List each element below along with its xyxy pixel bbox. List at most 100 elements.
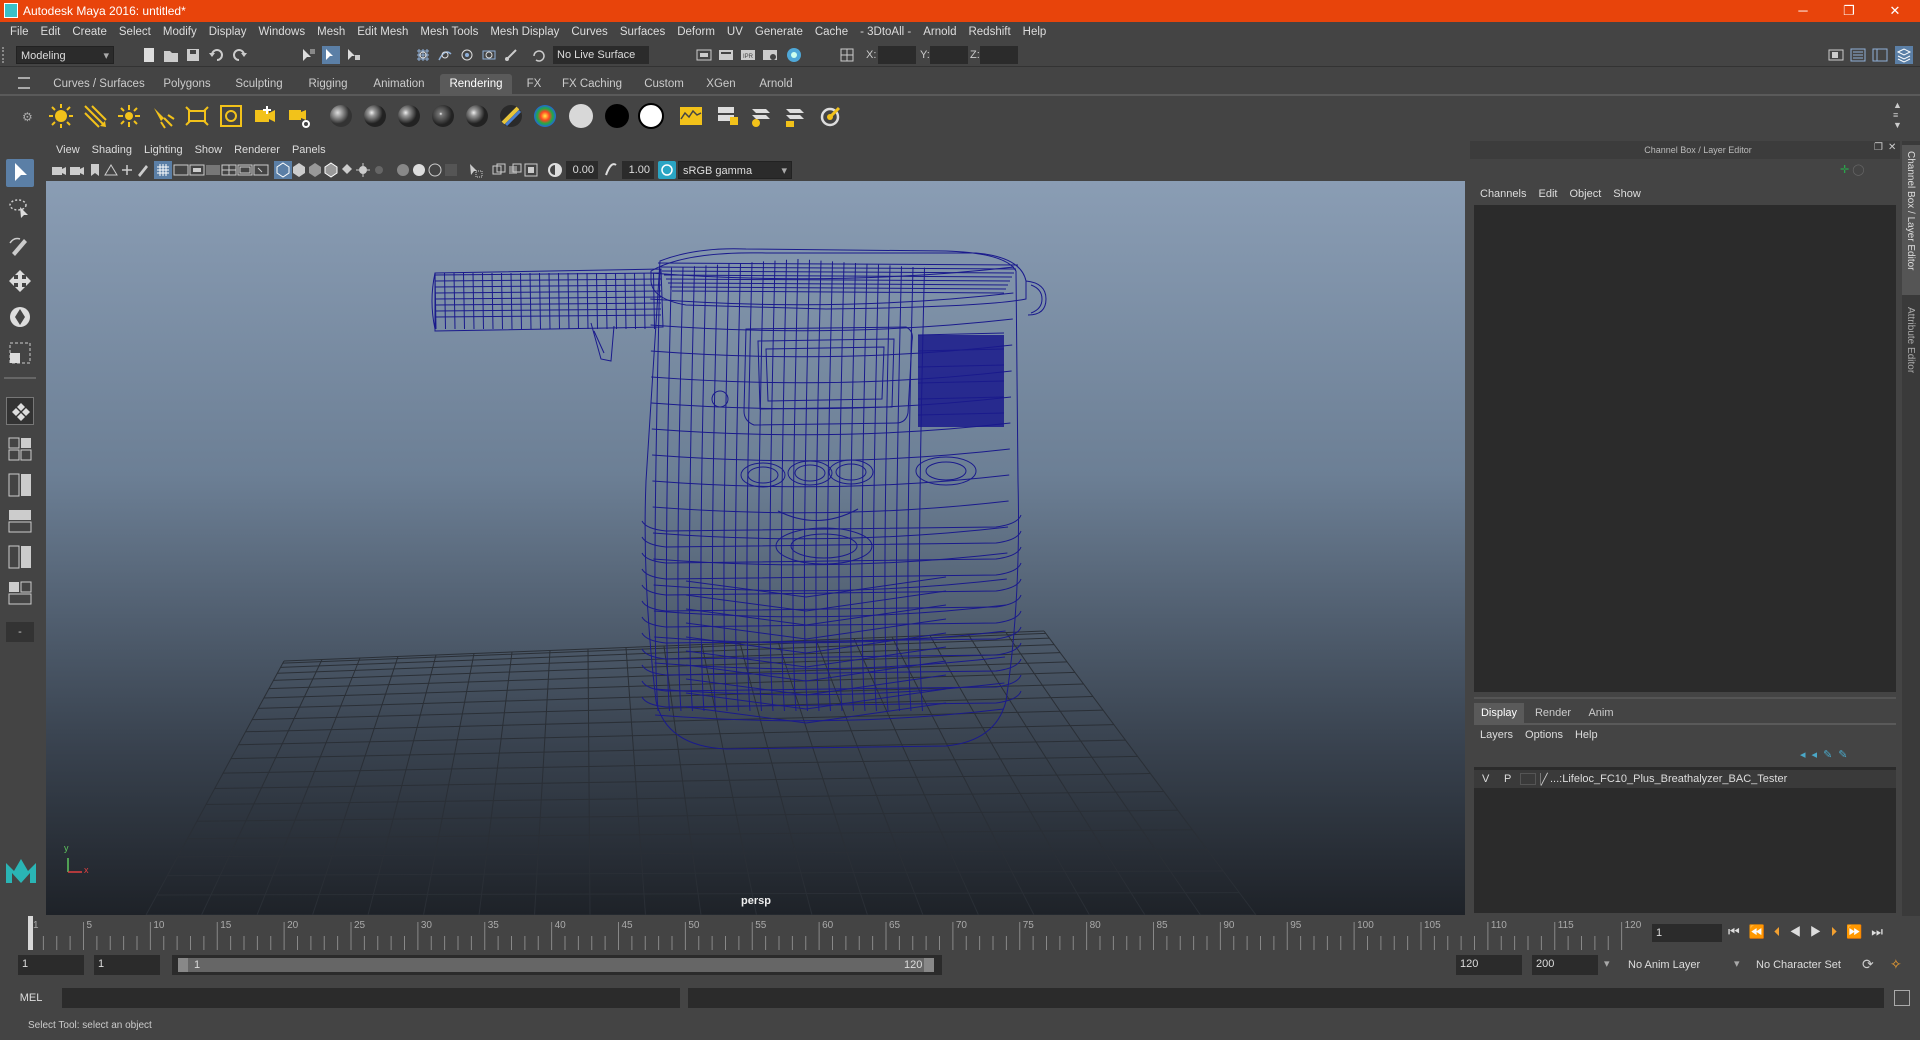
- go-to-end-icon[interactable]: ⏭: [1871, 924, 1892, 939]
- panel-splitter[interactable]: [1474, 697, 1896, 699]
- end-time-field[interactable]: 200: [1532, 955, 1598, 975]
- directional-light-icon[interactable]: [82, 103, 108, 129]
- menu-help[interactable]: Help: [1017, 22, 1053, 43]
- menu-redshift[interactable]: Redshift: [962, 22, 1016, 43]
- layout-options-icon[interactable]: -: [6, 622, 34, 642]
- xray-components-icon[interactable]: [522, 161, 540, 179]
- tab-xgen[interactable]: XGen: [698, 74, 744, 94]
- gamma-icon[interactable]: [602, 161, 620, 179]
- step-back-key-icon[interactable]: ⏪: [1749, 924, 1774, 939]
- menu-edit[interactable]: Edit: [35, 22, 67, 43]
- y-field[interactable]: [930, 46, 968, 64]
- viewport-menu-view[interactable]: View: [50, 141, 86, 159]
- current-frame-marker[interactable]: [28, 916, 33, 950]
- blinn-material-icon[interactable]: [362, 103, 388, 129]
- isolate-select-icon[interactable]: [466, 161, 484, 179]
- select-lock-icon[interactable]: [838, 46, 856, 64]
- channel-box-toggle-icon[interactable]: [1895, 46, 1913, 64]
- tool-settings-toggle-icon[interactable]: [1871, 46, 1889, 64]
- select-tool-icon[interactable]: [6, 159, 34, 187]
- side-tab-attribute-editor[interactable]: Attribute Editor: [1902, 301, 1920, 401]
- layered-shader-icon[interactable]: [498, 103, 524, 129]
- range-end-grip[interactable]: [924, 958, 934, 972]
- x-field[interactable]: [878, 46, 916, 64]
- render-settings-icon[interactable]: [761, 46, 779, 64]
- layer-visibility-toggle[interactable]: V: [1482, 773, 1489, 785]
- tab-polygons[interactable]: Polygons: [156, 74, 218, 94]
- tab-rigging[interactable]: Rigging: [298, 74, 358, 94]
- go-to-start-icon[interactable]: ⏮: [1728, 924, 1749, 939]
- point-light-icon[interactable]: [116, 103, 142, 129]
- color-space-dropdown[interactable]: sRGB gamma ▾: [678, 161, 792, 179]
- maximize-button[interactable]: ❐: [1826, 0, 1872, 22]
- ramp-shader-icon[interactable]: [532, 103, 558, 129]
- character-set-dropdown[interactable]: No Character Set: [1750, 955, 1870, 975]
- select-by-object-icon[interactable]: [322, 46, 340, 64]
- volume-light-icon[interactable]: [218, 103, 244, 129]
- hypershade-icon[interactable]: [785, 46, 803, 64]
- menu-3dtoall[interactable]: - 3DtoAll -: [854, 22, 917, 43]
- tab-render[interactable]: Render: [1528, 703, 1578, 723]
- range-bar[interactable]: 1 120: [172, 955, 942, 975]
- make-live-icon[interactable]: [502, 46, 520, 64]
- move-tool-icon[interactable]: [6, 267, 34, 295]
- grease-pencil-icon[interactable]: [134, 161, 152, 179]
- select-by-component-icon[interactable]: [344, 46, 362, 64]
- new-layer-icon[interactable]: ✎: [1838, 749, 1853, 761]
- snap-to-view-plane-icon[interactable]: [480, 46, 498, 64]
- single-pane-layout-icon[interactable]: [6, 397, 34, 425]
- undo-icon[interactable]: [208, 46, 226, 64]
- close-button[interactable]: ✕: [1872, 0, 1918, 22]
- channel-edit-menu[interactable]: Edit: [1532, 185, 1563, 203]
- anisotropic-material-icon[interactable]: [464, 103, 490, 129]
- hypershade-layout-icon[interactable]: [6, 543, 34, 571]
- viewport-menu-lighting[interactable]: Lighting: [138, 141, 189, 159]
- rotate-tool-icon[interactable]: [6, 303, 34, 331]
- shadows-icon[interactable]: [370, 161, 388, 179]
- menu-generate[interactable]: Generate: [749, 22, 809, 43]
- new-scene-icon[interactable]: [140, 46, 158, 64]
- uv-editor-layout-icon[interactable]: [6, 579, 34, 607]
- safe-title-icon[interactable]: [252, 161, 270, 179]
- layer-row[interactable]: V P ╱ ...:Lifeloc_FC10_Plus_Breathalyzer…: [1474, 770, 1896, 788]
- range-start-grip[interactable]: [178, 958, 188, 972]
- layer-help-menu[interactable]: Help: [1569, 726, 1604, 744]
- surface-shader-white-icon[interactable]: [568, 103, 594, 129]
- tab-curves-surfaces[interactable]: Curves / Surfaces: [44, 74, 154, 94]
- animation-preferences-icon[interactable]: ✧: [1890, 956, 1902, 973]
- render-layers-icon[interactable]: [714, 103, 740, 129]
- ipr-render-icon[interactable]: IPR: [739, 46, 757, 64]
- shelf-menu-icon[interactable]: [18, 77, 30, 89]
- new-layer-selected-icon[interactable]: ✎: [1823, 749, 1838, 761]
- menu-arnold[interactable]: Arnold: [917, 22, 962, 43]
- modeling-toolkit-icon[interactable]: [1827, 46, 1845, 64]
- depth-of-field-icon[interactable]: [442, 161, 460, 179]
- lasso-tool-icon[interactable]: [6, 195, 34, 223]
- menu-windows[interactable]: Windows: [252, 22, 311, 43]
- tab-fx-caching[interactable]: FX Caching: [556, 74, 628, 94]
- axis-manip-icon[interactable]: ✛ ◯: [1840, 163, 1890, 179]
- render-view-icon[interactable]: [695, 46, 713, 64]
- tab-arnold[interactable]: Arnold: [748, 74, 804, 94]
- open-scene-icon[interactable]: [162, 46, 180, 64]
- step-forward-key-icon[interactable]: ⏩: [1846, 924, 1871, 939]
- surface-shader-icon[interactable]: [638, 103, 664, 129]
- shelf-settings-icon[interactable]: ⚙: [22, 110, 36, 124]
- play-forward-icon[interactable]: ▶: [1810, 924, 1831, 939]
- menu-surfaces[interactable]: Surfaces: [614, 22, 671, 43]
- move-layer-down-icon[interactable]: ◂: [1812, 749, 1824, 761]
- exposure-field[interactable]: 0.00: [566, 161, 598, 179]
- layer-reference-toggle[interactable]: [1520, 773, 1536, 785]
- menu-mesh-tools[interactable]: Mesh Tools: [414, 22, 484, 43]
- channel-show-menu[interactable]: Show: [1607, 185, 1647, 203]
- phong-material-icon[interactable]: [396, 103, 422, 129]
- paint-select-tool-icon[interactable]: [6, 231, 34, 259]
- camera-attributes-icon[interactable]: [68, 161, 86, 179]
- grid-toggle-icon[interactable]: [154, 161, 172, 179]
- four-pane-layout-icon[interactable]: [6, 435, 34, 463]
- ambient-light-icon[interactable]: [48, 103, 74, 129]
- render-layer-editor-icon[interactable]: [782, 103, 808, 129]
- phong-e-material-icon[interactable]: [430, 103, 456, 129]
- tab-display[interactable]: Display: [1474, 703, 1524, 723]
- use-background-shader-icon[interactable]: [604, 103, 630, 129]
